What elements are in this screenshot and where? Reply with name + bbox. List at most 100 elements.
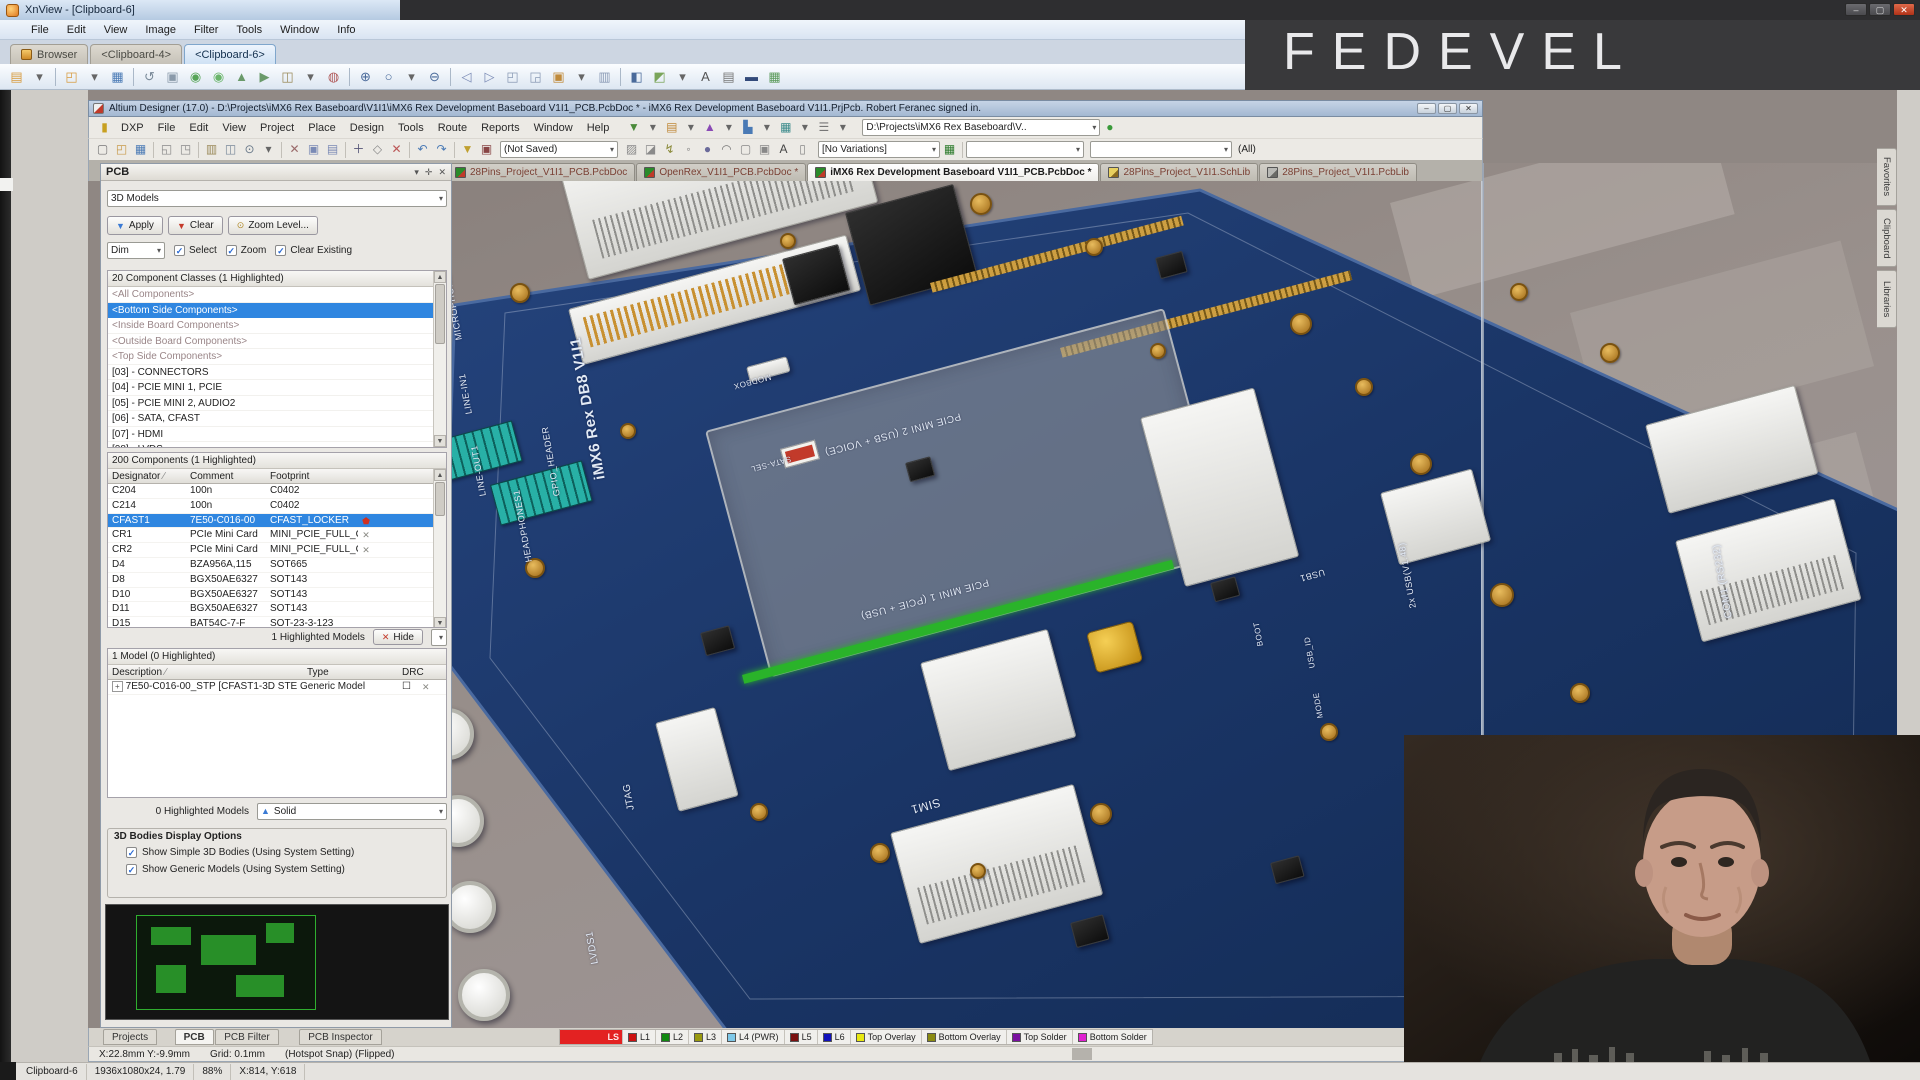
altium-toolbar-icon-17[interactable]: ◇ bbox=[368, 141, 387, 159]
right-tab-clipboard[interactable]: Clipboard bbox=[1877, 209, 1897, 267]
altium-toolbar-icon-18[interactable]: ✕ bbox=[387, 141, 406, 159]
class-row-6[interactable]: [03] - CONNECTORS bbox=[108, 365, 446, 381]
altium-draw-icon-1[interactable]: ◪ bbox=[641, 141, 660, 159]
xnview-toolbar-icon-24[interactable]: ◰ bbox=[502, 67, 523, 87]
altium-toolbar-icon-4[interactable]: ◱ bbox=[157, 141, 176, 159]
clear-button[interactable]: ▼Clear bbox=[168, 216, 223, 235]
altium-toolbar-icon-10[interactable]: ▾ bbox=[259, 141, 278, 159]
altium-menu-file[interactable]: File bbox=[151, 122, 183, 134]
solid-combo[interactable]: ▲ Solid▾ bbox=[257, 803, 447, 820]
xnview-toolbar-icon-17[interactable]: ⊕ bbox=[355, 67, 376, 87]
xnview-menu-image[interactable]: Image bbox=[136, 24, 185, 36]
option-check-select[interactable]: ✓Select bbox=[174, 245, 217, 256]
xnview-toolbar-icon-25[interactable]: ◲ bbox=[525, 67, 546, 87]
layer-tab-5[interactable]: L5 bbox=[784, 1030, 817, 1044]
altium-menu-route[interactable]: Route bbox=[431, 122, 474, 134]
layer-tab-6[interactable]: L6 bbox=[817, 1030, 850, 1044]
component-row-CFAST1[interactable]: CFAST17E50-C016-00CFAST_LOCKER⬟ bbox=[108, 514, 446, 529]
cell-drc-check[interactable]: ☐ bbox=[398, 680, 418, 694]
altium-draw-icon-6[interactable]: ▢ bbox=[736, 141, 755, 159]
classes-scrollbar[interactable]: ▲▼ bbox=[433, 271, 446, 447]
xnview-toolbar-icon-5[interactable]: ▦ bbox=[107, 67, 128, 87]
xnview-toolbar-icon-35[interactable]: ▬ bbox=[741, 67, 762, 87]
right-tab-libraries[interactable]: Libraries bbox=[1877, 270, 1897, 328]
component-row-C214[interactable]: C214100nC0402 bbox=[108, 499, 446, 514]
component-row-CR1[interactable]: CR1PCIe Mini CardMINI_PCIE_FULL_CAR✕ bbox=[108, 528, 446, 543]
panel-close-icon[interactable]: ✕ bbox=[438, 167, 446, 178]
xnview-tab-2[interactable]: <Clipboard-4> bbox=[90, 44, 182, 64]
xnview-toolbar-icon-36[interactable]: ▦ bbox=[764, 67, 785, 87]
dock-tab-pcb-inspector[interactable]: PCB Inspector bbox=[299, 1029, 381, 1045]
class-row-11[interactable]: [08] - LVDS bbox=[108, 442, 446, 448]
class-row-9[interactable]: [06] - SATA, CFAST bbox=[108, 411, 446, 427]
altium-menu-reports[interactable]: Reports bbox=[474, 122, 527, 134]
altium-draw-icon-4[interactable]: ● bbox=[698, 141, 717, 159]
xnview-titlebar[interactable]: XnView - [Clipboard-6] bbox=[0, 0, 1920, 20]
panel-pin-icon[interactable]: ✛ bbox=[425, 167, 433, 178]
apply-button[interactable]: ▼Apply bbox=[107, 216, 163, 235]
xnview-menu-edit[interactable]: Edit bbox=[58, 24, 95, 36]
class-row-8[interactable]: [05] - PCIE MINI 2, AUDIO2 bbox=[108, 396, 446, 412]
panel-mode-combo[interactable]: 3D Models▾ bbox=[107, 190, 447, 207]
xnview-toolbar-icon-19[interactable]: ▾ bbox=[401, 67, 422, 87]
altium-menu-help[interactable]: Help bbox=[580, 122, 617, 134]
components-column-header[interactable]: Designator ∕ Comment Footprint bbox=[108, 469, 446, 484]
altium-toolbar-icon-8[interactable]: ◫ bbox=[221, 141, 240, 159]
altium-titlebar[interactable]: Altium Designer (17.0) - D:\Projects\iMX… bbox=[88, 100, 1483, 117]
layer-tab-10[interactable]: Bottom Solder bbox=[1072, 1030, 1152, 1044]
doc-tab-5[interactable]: 28Pins_Project_V1I1.PcbLib bbox=[1259, 163, 1417, 181]
xnview-menu-info[interactable]: Info bbox=[328, 24, 364, 36]
xnview-toolbar-icon-9[interactable]: ◉ bbox=[185, 67, 206, 87]
layer-tab-7[interactable]: Top Overlay bbox=[850, 1030, 921, 1044]
xnview-toolbar-icon-34[interactable]: ▤ bbox=[718, 67, 739, 87]
altium-maximize-button[interactable]: ▢ bbox=[1438, 103, 1457, 114]
class-row-2[interactable]: <Bottom Side Components> bbox=[108, 303, 446, 319]
component-row-D8[interactable]: D8BGX50AE6327SOT143 bbox=[108, 573, 446, 588]
models-column-header[interactable]: Description ∕ Type DRC bbox=[108, 665, 446, 680]
filter-combo-2[interactable]: ▾ bbox=[1090, 141, 1232, 158]
class-row-5[interactable]: <Top Side Components> bbox=[108, 349, 446, 365]
doc-tab-4[interactable]: 28Pins_Project_V1I1.SchLib bbox=[1100, 163, 1258, 181]
xnview-toolbar-icon-14[interactable]: ▾ bbox=[300, 67, 321, 87]
filter-combo-1[interactable]: ▾ bbox=[966, 141, 1084, 158]
xnview-toolbar-icon-20[interactable]: ⊖ bbox=[424, 67, 445, 87]
dock-tab-projects[interactable]: Projects bbox=[103, 1029, 157, 1045]
altium-toolbar-icon-0[interactable]: ▢ bbox=[93, 141, 112, 159]
class-row-10[interactable]: [07] - HDMI bbox=[108, 427, 446, 443]
right-tab-favorites[interactable]: Favorites bbox=[1877, 148, 1897, 206]
altium-draw-icon-5[interactable]: ◠ bbox=[717, 141, 736, 159]
altium-draw-icon-0[interactable]: ▨ bbox=[622, 141, 641, 159]
xnview-toolbar-icon-23[interactable]: ▷ bbox=[479, 67, 500, 87]
altium-menubar-icon-2[interactable]: ▤ bbox=[662, 119, 681, 137]
altium-menubar-icon-7[interactable]: ▾ bbox=[757, 119, 776, 137]
altium-toolbar-icon-13[interactable]: ▣ bbox=[304, 141, 323, 159]
altium-menu-edit[interactable]: Edit bbox=[182, 122, 215, 134]
altium-draw-icon-9[interactable]: ▯ bbox=[793, 141, 812, 159]
altium-draw-icon-2[interactable]: ↯ bbox=[660, 141, 679, 159]
dock-tab-pcb[interactable]: PCB bbox=[175, 1029, 214, 1045]
xnview-toolbar-icon-26[interactable]: ▣ bbox=[548, 67, 569, 87]
component-row-CR2[interactable]: CR2PCIe Mini CardMINI_PCIE_FULL_CAR✕ bbox=[108, 543, 446, 558]
altium-menubar-icon-5[interactable]: ▾ bbox=[719, 119, 738, 137]
layer-tab-2[interactable]: L2 bbox=[655, 1030, 688, 1044]
xnview-toolbar-icon-30[interactable]: ◧ bbox=[626, 67, 647, 87]
altium-menubar-icon-6[interactable]: ▙ bbox=[738, 119, 757, 137]
xnview-toolbar-icon-33[interactable]: A bbox=[695, 67, 716, 87]
xnview-toolbar-icon-4[interactable]: ▾ bbox=[84, 67, 105, 87]
altium-toolbar-icon-9[interactable]: ⊙ bbox=[240, 141, 259, 159]
class-row-4[interactable]: <Outside Board Components> bbox=[108, 334, 446, 350]
altium-toolbar-icon-5[interactable]: ◳ bbox=[176, 141, 195, 159]
current-layer-swatch[interactable]: LS bbox=[560, 1030, 622, 1044]
layer-tab-3[interactable]: L3 bbox=[688, 1030, 721, 1044]
altium-menubar-icon-3[interactable]: ▾ bbox=[681, 119, 700, 137]
xnview-toolbar-icon-12[interactable]: ▶ bbox=[254, 67, 275, 87]
altium-menu-place[interactable]: Place bbox=[301, 122, 343, 134]
recent-path-combo[interactable]: D:\Projects\iMX6 Rex Baseboard\V..▾ bbox=[862, 119, 1100, 136]
altium-close-button[interactable]: ✕ bbox=[1459, 103, 1478, 114]
zoom-level-button[interactable]: ⊙Zoom Level... bbox=[228, 216, 318, 235]
class-row-1[interactable]: <All Components> bbox=[108, 287, 446, 303]
altium-menubar-icon-0[interactable]: ▼ bbox=[624, 119, 643, 137]
xnview-toolbar-icon-13[interactable]: ◫ bbox=[277, 67, 298, 87]
xnview-menu-view[interactable]: View bbox=[95, 24, 137, 36]
component-row-D4[interactable]: D4BZA956A,115SOT665 bbox=[108, 558, 446, 573]
